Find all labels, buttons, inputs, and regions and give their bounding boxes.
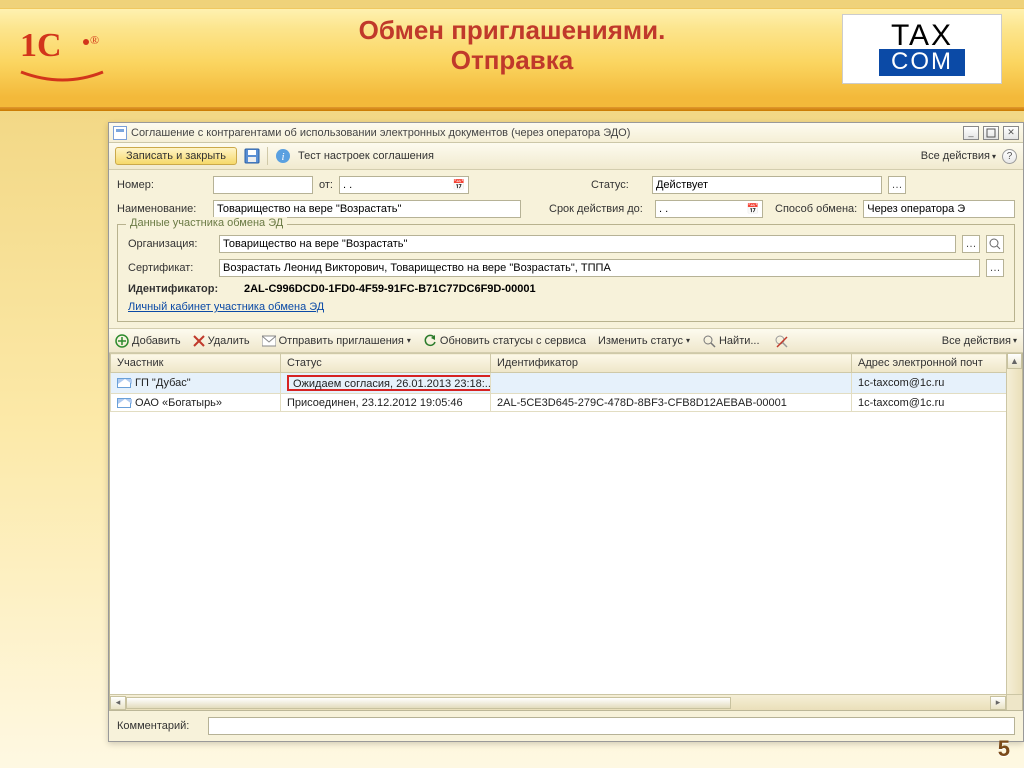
change-status-button[interactable]: Изменить статус▾ [598, 335, 690, 347]
ident-value: 2AL-C996DCD0-1FD0-4F59-91FC-B71C77DC6F9D… [244, 283, 536, 295]
calendar-icon[interactable]: 📅 [453, 180, 465, 191]
term-label: Срок действия до: [549, 203, 649, 215]
table-toolbar: Добавить Удалить Отправить приглашения▾ … [109, 328, 1023, 353]
vertical-scrollbar[interactable]: ▲ [1006, 353, 1022, 694]
table-container: Участник Статус Идентификатор Адрес элек… [109, 353, 1023, 711]
test-settings-link[interactable]: Тест настроек соглашения [298, 150, 434, 162]
col-participant[interactable]: Участник [111, 354, 281, 373]
comment-input[interactable] [208, 717, 1015, 735]
ident-label: Идентификатор: [128, 283, 238, 295]
find-button[interactable]: Найти... [702, 334, 760, 348]
save-icon[interactable] [243, 147, 261, 165]
name-input[interactable]: Товарищество на вере "Возрастать" [213, 200, 521, 218]
chevron-down-icon: ▾ [686, 336, 690, 345]
save-close-button[interactable]: Записать и закрыть [115, 147, 237, 165]
col-status[interactable]: Статус [281, 354, 491, 373]
horizontal-scrollbar[interactable]: ◂▸ [110, 694, 1006, 710]
groupbox-legend: Данные участника обмена ЭД [126, 217, 287, 229]
app-window: Соглашение с контрагентами об использова… [108, 122, 1024, 742]
add-button[interactable]: Добавить [115, 334, 181, 348]
window-titlebar: Соглашение с контрагентами об использова… [109, 123, 1023, 143]
table-row[interactable]: ГП "Дубас"Ожидаем согласия, 26.01.2013 2… [111, 373, 1022, 394]
close-button[interactable]: ✕ [1003, 126, 1019, 140]
chevron-down-icon: ▾ [407, 336, 411, 345]
footer-row: Комментарий: [109, 711, 1023, 741]
delete-button[interactable]: Удалить [193, 335, 250, 347]
status-picker-button[interactable]: … [888, 176, 906, 194]
from-label: от: [319, 179, 333, 191]
scroll-corner [1006, 694, 1022, 710]
minimize-button[interactable]: _ [963, 126, 979, 140]
comment-label: Комментарий: [117, 720, 202, 732]
document-icon [113, 126, 127, 140]
col-ident[interactable]: Идентификатор [491, 354, 852, 373]
calendar-icon-2[interactable]: 📅 [747, 204, 759, 215]
name-label: Наименование: [117, 203, 207, 215]
term-date-input[interactable]: . . 📅 [655, 200, 763, 218]
grid-table[interactable]: Участник Статус Идентификатор Адрес элек… [110, 353, 1022, 412]
org-input[interactable]: Товарищество на вере "Возрастать" [219, 235, 956, 253]
send-invitations-button[interactable]: Отправить приглашения▾ [262, 335, 411, 347]
chevron-down-icon: ▾ [1013, 336, 1017, 345]
refresh-statuses-button[interactable]: Обновить статусы с сервиса [423, 334, 586, 348]
clear-search-icon[interactable] [772, 332, 790, 350]
cert-input[interactable]: Возрастать Леонид Викторович, Товарищест… [219, 259, 980, 277]
page-number: 5 [998, 736, 1010, 762]
info-icon: i [274, 147, 292, 165]
slide-header: 1C® Обмен приглашениями. Отправка TAXCOM [0, 0, 1024, 110]
number-input[interactable] [213, 176, 313, 194]
help-button[interactable]: ? [1002, 149, 1017, 164]
all-actions-menu[interactable]: Все действия [921, 150, 990, 162]
org-search-button[interactable] [986, 235, 1004, 253]
command-bar: Записать и закрыть i Тест настроек согла… [109, 143, 1023, 170]
maximize-button[interactable] [983, 126, 999, 140]
method-input[interactable]: Через оператора Э [863, 200, 1015, 218]
personal-cabinet-link[interactable]: Личный кабинет участника обмена ЭД [128, 301, 324, 313]
window-title: Соглашение с контрагентами об использова… [131, 127, 959, 139]
taxcom-logo: TAXCOM [842, 14, 1002, 84]
status-highlight: Ожидаем согласия, 26.01.2013 23:18:... [287, 375, 491, 391]
number-label: Номер: [117, 179, 207, 191]
participant-groupbox: Данные участника обмена ЭД Организация: … [117, 224, 1015, 322]
from-date-input[interactable]: . . 📅 [339, 176, 469, 194]
table-row[interactable]: ОАО «Богатырь»Присоединен, 23.12.2012 19… [111, 394, 1022, 412]
envelope-icon [117, 378, 131, 388]
svg-text:i: i [282, 151, 285, 163]
cert-picker-button[interactable]: … [986, 259, 1004, 277]
table-all-actions-menu[interactable]: Все действия [942, 335, 1011, 347]
org-label: Организация: [128, 238, 213, 250]
status-input[interactable]: Действует [652, 176, 882, 194]
cert-label: Сертификат: [128, 262, 213, 274]
org-picker-button[interactable]: … [962, 235, 980, 253]
form-body: Номер: от: . . 📅 Статус: Действует … Наи… [109, 170, 1023, 326]
status-label: Статус: [591, 179, 646, 191]
chevron-down-icon: ▾ [992, 152, 996, 161]
envelope-icon [117, 398, 131, 408]
col-email[interactable]: Адрес электронной почт▲ [852, 354, 1022, 373]
method-label: Способ обмена: [775, 203, 857, 215]
